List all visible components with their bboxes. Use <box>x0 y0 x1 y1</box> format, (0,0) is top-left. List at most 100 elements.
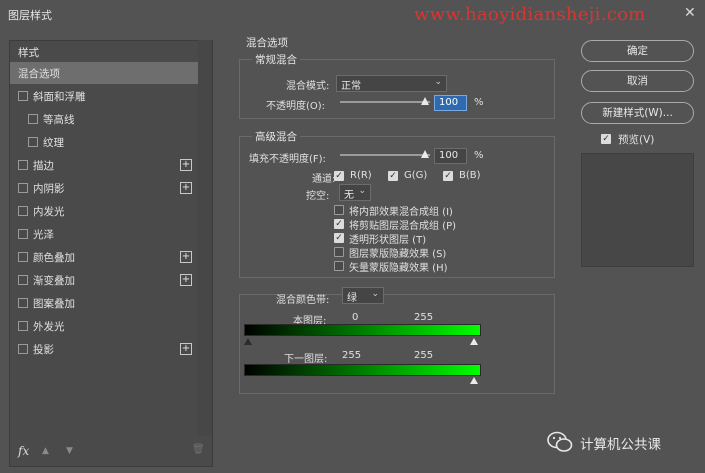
fill-opacity-percent: % <box>474 150 484 161</box>
fill-opacity-input[interactable]: 100 <box>434 148 467 164</box>
style-checkbox[interactable] <box>18 91 28 101</box>
blend-mode-dropdown[interactable]: 正常 ⌄ <box>336 75 447 92</box>
chevron-down-icon: ⌄ <box>371 289 379 299</box>
option-checkbox[interactable] <box>334 247 344 257</box>
style-item[interactable]: 斜面和浮雕 <box>10 85 198 107</box>
style-item[interactable]: 混合选项 <box>10 62 198 84</box>
option-label: 将内部效果混合成组 (I) <box>349 207 453 218</box>
style-checkbox[interactable] <box>18 252 28 262</box>
this-layer-low-handle[interactable] <box>244 338 252 345</box>
style-item[interactable]: 纹理 <box>10 131 198 153</box>
move-up-icon[interactable]: ▲ <box>42 446 49 456</box>
close-icon[interactable]: ✕ <box>684 5 696 21</box>
channel-b-checkbox[interactable]: ✓ <box>443 171 453 181</box>
channels-label: 通道: <box>312 174 336 185</box>
opacity-percent: % <box>474 97 484 108</box>
advanced-blending-title: 高级混合 <box>252 129 300 144</box>
trash-icon[interactable]: 🗑 <box>192 444 205 455</box>
blend-mode-label: 混合模式: <box>286 81 330 92</box>
style-item-label: 混合选项 <box>18 68 60 80</box>
option-label: 将剪贴图层混合成组 (P) <box>349 221 457 232</box>
blend-mode-value: 正常 <box>341 81 361 92</box>
preview-label: 预览(V) <box>618 134 655 146</box>
add-effect-icon[interactable]: + <box>180 182 192 194</box>
style-checkbox[interactable] <box>28 137 38 147</box>
style-item[interactable]: 描边 + <box>10 154 198 176</box>
style-item[interactable]: 图案叠加 <box>10 292 198 314</box>
styles-scrollbar[interactable] <box>198 40 212 436</box>
underlying-layer-label: 下一图层: <box>284 354 328 365</box>
styles-header[interactable]: 样式 <box>18 45 39 60</box>
add-effect-icon[interactable]: + <box>180 251 192 263</box>
wechat-icon <box>547 431 573 452</box>
fill-opacity-slider-knob[interactable] <box>421 150 429 158</box>
style-item-label: 描边 <box>33 160 54 172</box>
wechat-account-name: 计算机公共课 <box>580 437 661 453</box>
styles-items: 混合选项 斜面和浮雕 等高线 纹理 描边 + 内阴影 + 内发光 光泽 颜色叠加 + 渐变叠加 + 图案叠加… <box>10 62 200 402</box>
blend-if-group <box>239 294 555 394</box>
opacity-input[interactable]: 100 <box>434 95 467 111</box>
style-item-label: 纹理 <box>43 137 64 149</box>
channel-g-checkbox[interactable]: ✓ <box>388 171 398 181</box>
underlying-layer-high: 255 <box>414 350 434 361</box>
style-item[interactable]: 内发光 <box>10 200 198 222</box>
option-checkbox[interactable]: ✓ <box>334 233 344 243</box>
general-blending-title: 常规混合 <box>252 52 300 67</box>
preview-checkbox[interactable]: ✓ <box>601 134 611 144</box>
new-style-button[interactable]: 新建样式(W)... <box>581 102 694 124</box>
style-item[interactable]: 外发光 <box>10 315 198 337</box>
chevron-down-icon: ⌄ <box>358 186 366 196</box>
preview-swatch <box>581 153 694 267</box>
style-checkbox[interactable] <box>18 298 28 308</box>
styles-list: 样式 混合选项 斜面和浮雕 等高线 纹理 描边 + 内阴影 + 内发光 光泽 颜色叠加 + 渐变叠加 + 图… <box>9 40 213 467</box>
add-effect-icon[interactable]: + <box>180 159 192 171</box>
opacity-slider[interactable] <box>340 101 430 103</box>
cancel-button[interactable]: 取消 <box>581 70 694 92</box>
style-item-label: 内发光 <box>33 206 65 218</box>
ok-button[interactable]: 确定 <box>581 40 694 62</box>
channel-b-label: B(B) <box>459 170 481 181</box>
style-checkbox[interactable] <box>18 183 28 193</box>
this-layer-high-handle[interactable] <box>470 338 478 345</box>
option-checkbox[interactable] <box>334 205 344 215</box>
move-down-icon[interactable]: ▼ <box>66 446 73 456</box>
style-item[interactable]: 渐变叠加 + <box>10 269 198 291</box>
style-item[interactable]: 等高线 <box>10 108 198 130</box>
option-checkbox[interactable] <box>334 261 344 271</box>
style-item-label: 斜面和浮雕 <box>33 91 86 103</box>
style-item-label: 等高线 <box>43 114 75 126</box>
style-checkbox[interactable] <box>28 114 38 124</box>
section-title: 混合选项 <box>246 37 288 49</box>
styles-toolbar: fx ▲ ▼ 🗑 <box>9 440 213 466</box>
fill-opacity-slider[interactable] <box>340 154 430 156</box>
option-label: 矢量蒙版隐藏效果 (H) <box>349 263 448 274</box>
this-layer-low: 0 <box>352 312 359 323</box>
style-checkbox[interactable] <box>18 229 28 239</box>
blend-if-dropdown[interactable]: 绿 ⌄ <box>342 287 384 304</box>
underlying-layer-low: 255 <box>342 350 362 361</box>
option-label: 图层蒙版隐藏效果 (S) <box>349 249 447 260</box>
knockout-dropdown[interactable]: 无 ⌄ <box>339 184 371 201</box>
style-item[interactable]: 颜色叠加 + <box>10 246 198 268</box>
blend-if-value: 绿 <box>347 293 357 304</box>
underlying-layer-handle[interactable] <box>470 377 478 384</box>
opacity-label: 不透明度(O): <box>266 101 326 112</box>
channel-r-checkbox[interactable]: ✓ <box>334 171 344 181</box>
blend-if-label: 混合颜色带: <box>276 295 330 306</box>
add-effect-icon[interactable]: + <box>180 274 192 286</box>
style-checkbox[interactable] <box>18 275 28 285</box>
add-effect-icon[interactable]: + <box>180 343 192 355</box>
style-item-label: 外发光 <box>33 321 65 333</box>
fx-icon[interactable]: fx <box>18 444 29 458</box>
style-checkbox[interactable] <box>18 160 28 170</box>
window-title: 图层样式 <box>8 9 52 22</box>
opacity-slider-knob[interactable] <box>421 97 429 105</box>
style-checkbox[interactable] <box>18 321 28 331</box>
advanced-options: 将内部效果混合成组 (I) ✓ 将剪贴图层混合成组 (P) ✓ 透明形状图层 (T) 图层… <box>334 203 544 275</box>
style-checkbox[interactable] <box>18 344 28 354</box>
option-checkbox[interactable]: ✓ <box>334 219 344 229</box>
style-item[interactable]: 内阴影 + <box>10 177 198 199</box>
style-item[interactable]: 投影 + <box>10 338 198 360</box>
style-item[interactable]: 光泽 <box>10 223 198 245</box>
style-checkbox[interactable] <box>18 206 28 216</box>
